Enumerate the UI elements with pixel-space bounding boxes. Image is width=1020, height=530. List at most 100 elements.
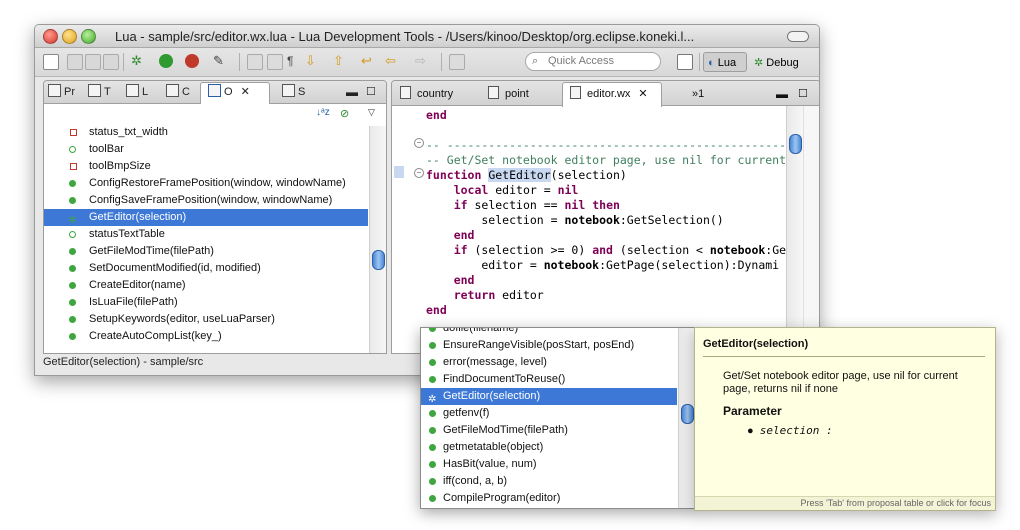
sort-icon[interactable]: ↓ᵃz <box>316 107 330 118</box>
editor-scrollbar[interactable] <box>786 106 803 353</box>
tab-search[interactable]: S <box>282 83 305 102</box>
view-menu-icon[interactable]: ▽ <box>368 107 375 118</box>
tab-script-explorer[interactable]: Pr <box>48 83 75 102</box>
main-window: Lua - sample/src/editor.wx.lua - Lua Dev… <box>34 24 820 376</box>
pin-editor-icon[interactable] <box>449 54 465 70</box>
toggle-block-icon[interactable] <box>247 54 263 70</box>
outline-item[interactable]: status_txt_width <box>44 126 368 141</box>
proposal-item[interactable]: error(message, level) <box>421 354 677 371</box>
outline-item[interactable]: toolBar <box>44 141 368 158</box>
outline-item[interactable]: statusTextTable <box>44 226 368 243</box>
function-icon <box>429 461 436 468</box>
hide-fields-icon[interactable]: ⊘ <box>340 107 349 120</box>
outline-item[interactable]: ✲ GetEditor(selection) <box>44 209 368 226</box>
documentation-popup[interactable]: GetEditor(selection) Get/Set notebook ed… <box>694 327 996 511</box>
back-icon[interactable]: ⇦ <box>385 54 399 68</box>
editor-tab-country[interactable]: country <box>400 83 453 105</box>
debug-icon[interactable]: ✲ <box>131 54 145 68</box>
lua-icon: ◐ <box>708 57 715 69</box>
outline-item[interactable]: CreateEditor(name) <box>44 277 368 294</box>
maximize-view-button[interactable]: ☐ <box>366 83 376 102</box>
outline-item[interactable]: CreateAutoCompList(key_) <box>44 328 368 345</box>
tab-label: C <box>182 86 190 98</box>
tab-outline[interactable]: O ✕ <box>208 83 250 102</box>
perspective-lua-button[interactable]: ◐ Lua <box>703 52 747 72</box>
outline-item[interactable]: SetDocumentModified(id, modified) <box>44 260 368 277</box>
outline-item[interactable]: IsLuaFile(filePath) <box>44 294 368 311</box>
open-perspective-icon[interactable] <box>677 54 693 70</box>
new-icon[interactable] <box>43 54 59 70</box>
bug-icon: ✲ <box>754 57 764 69</box>
tab-tasks[interactable]: T <box>88 83 111 102</box>
local-variable-icon <box>69 146 76 153</box>
show-whitespace-icon[interactable]: ¶ <box>287 54 301 68</box>
function-icon <box>429 444 436 451</box>
code-editor[interactable]: end -- ---------------------------------… <box>426 106 786 353</box>
scrollbar-thumb[interactable] <box>681 404 694 424</box>
outline-item[interactable]: SetupKeywords(editor, useLuaParser) <box>44 311 368 328</box>
minimize-view-button[interactable]: ▬ <box>346 83 358 102</box>
outline-item-label: GetFileModTime(filePath) <box>89 245 214 257</box>
save-all-icon[interactable] <box>85 54 101 70</box>
toolbar-separator <box>123 53 124 71</box>
proposal-item[interactable]: EnsureRangeVisible(posStart, posEnd) <box>421 337 677 354</box>
content-assist-popup: dofile(filename) EnsureRangeVisible(posSt… <box>420 327 696 509</box>
function-icon <box>69 265 76 272</box>
proposal-item[interactable]: iff(cond, a, b) <box>421 473 677 490</box>
scrollbar-thumb[interactable] <box>789 134 802 154</box>
perspective-debug-button[interactable]: ✲ Debug <box>749 52 807 72</box>
outline-item[interactable]: ConfigSaveFramePosition(window, windowNa… <box>44 192 368 209</box>
save-icon[interactable] <box>67 54 83 70</box>
proposal-item[interactable]: getmetatable(object) <box>421 439 677 456</box>
forward-icon[interactable]: ⇨ <box>415 54 429 68</box>
outline-item[interactable]: ConfigRestoreFramePosition(window, windo… <box>44 175 368 192</box>
function-icon <box>429 328 436 332</box>
function-icon <box>69 248 76 255</box>
proposal-item[interactable]: ✲ GetEditor(selection) <box>421 388 677 405</box>
toggle-mark-icon[interactable] <box>267 54 283 70</box>
editor-tab-point[interactable]: point <box>488 83 529 105</box>
last-edit-location-icon[interactable]: ↩ <box>361 54 375 68</box>
proposal-item[interactable]: getfenv(f) <box>421 405 677 422</box>
scrollbar-thumb[interactable] <box>372 250 385 270</box>
editor-tab-editor-wx[interactable]: editor.wx ✕ <box>570 83 648 105</box>
close-icon[interactable]: ✕ <box>638 88 647 100</box>
proposal-item[interactable]: dofile(filename) <box>421 328 677 337</box>
zoom-window-button[interactable] <box>81 29 96 44</box>
fold-collapse-icon[interactable]: − <box>414 168 424 178</box>
fold-collapse-icon[interactable]: − <box>414 138 424 148</box>
print-icon[interactable] <box>103 54 119 70</box>
proposal-item[interactable]: CompileProgram(editor) <box>421 490 677 507</box>
outline-item[interactable]: toolBmpSize <box>44 158 368 175</box>
quick-access-field[interactable]: ⌕ Quick Access <box>525 52 661 71</box>
marker-icon[interactable]: ✎ <box>213 54 227 68</box>
next-annotation-icon[interactable]: ⇩ <box>305 54 319 68</box>
proposal-item-label: getmetatable(object) <box>443 441 544 453</box>
external-tools-icon[interactable] <box>185 54 199 68</box>
outline-item[interactable]: GetFileModTime(filePath) <box>44 243 368 260</box>
close-window-button[interactable] <box>43 29 58 44</box>
previous-annotation-icon[interactable]: ⇧ <box>333 54 347 68</box>
maximize-editor-button[interactable]: ☐ <box>798 83 808 105</box>
code-line: return editor <box>453 288 544 302</box>
left-panel-tabs: Pr T L C O ✕ S ▬ ☐ <box>44 81 386 104</box>
overview-ruler[interactable] <box>803 106 819 353</box>
tab-overflow-button[interactable]: »1 <box>692 83 704 105</box>
run-icon[interactable] <box>159 54 173 68</box>
proposal-item[interactable]: HasBit(value, num) <box>421 456 677 473</box>
proposal-item[interactable]: FindDocumentToReuse() <box>421 371 677 388</box>
close-icon[interactable]: ✕ <box>241 86 250 98</box>
proposal-scrollbar[interactable] <box>678 328 695 508</box>
file-icon <box>400 86 411 99</box>
outline-scrollbar[interactable] <box>369 126 386 353</box>
doc-title: GetEditor(selection) <box>703 338 809 350</box>
code-line: end <box>426 108 447 122</box>
proposal-item[interactable]: GetFileModTime(filePath) <box>421 422 677 439</box>
minimize-window-button[interactable] <box>62 29 77 44</box>
outline-item-label: CreateAutoCompList(key_) <box>89 330 222 342</box>
toolbar-toggle-button[interactable] <box>787 31 809 42</box>
minimize-editor-button[interactable]: ▬ <box>776 83 788 105</box>
tab-location[interactable]: L <box>126 83 148 102</box>
tab-console[interactable]: C <box>166 83 190 102</box>
parameter-name: selection : <box>759 424 833 437</box>
